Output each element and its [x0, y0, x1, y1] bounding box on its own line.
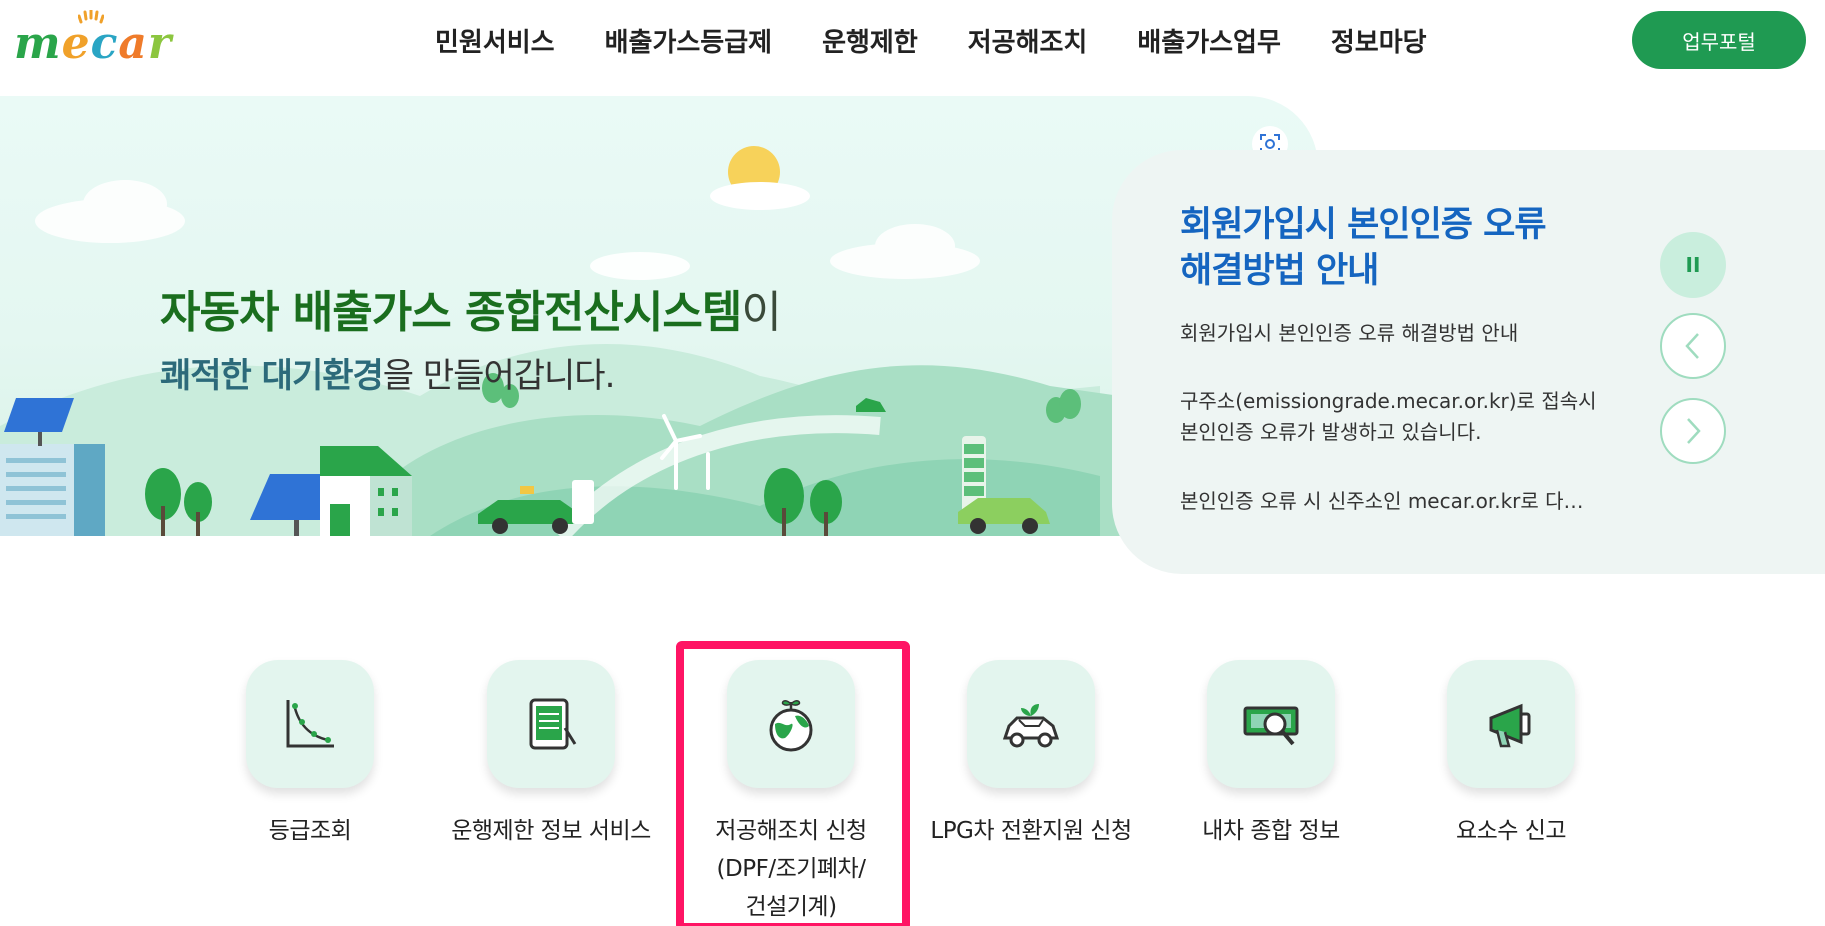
- eco-car-icon: [1002, 704, 1060, 748]
- hero-subtitle: 쾌적한 대기환경을 만들어갑니다.: [160, 356, 615, 396]
- nav-civil-service[interactable]: 민원서비스: [410, 22, 580, 59]
- quick-lpg-conversion-button[interactable]: [967, 660, 1095, 788]
- notice-paragraph-1: 회원가입시 본인인증 오류 해결방법 안내: [1180, 321, 1519, 345]
- quick-driving-restriction-label[interactable]: 운행제한 정보 서비스: [436, 812, 666, 850]
- graph-icon: [286, 700, 334, 748]
- tablet-icon: [529, 698, 577, 750]
- megaphone-icon: [1489, 703, 1531, 748]
- slide-prev-button[interactable]: [1660, 313, 1726, 379]
- quick-urea-report-label[interactable]: 요소수 신고: [1396, 812, 1626, 850]
- notice-paragraph-3: 본인인증 오류 시 신주소인 mecar.or.kr로 다…: [1180, 489, 1584, 513]
- money-search-icon: [1243, 706, 1299, 746]
- nav-emission-work[interactable]: 배출가스업무: [1112, 22, 1306, 59]
- quick-driving-restriction-button[interactable]: [487, 660, 615, 788]
- highlight-box: [676, 641, 910, 926]
- chevron-right-icon: [1687, 418, 1701, 444]
- quick-lpg-conversion-label[interactable]: LPG차 전환지원 신청: [916, 812, 1146, 850]
- hero-title: 자동차 배출가스 종합전산시스템이: [160, 287, 782, 338]
- slide-pause-button[interactable]: II: [1660, 232, 1726, 298]
- slide-next-button[interactable]: [1660, 398, 1726, 464]
- nav-driving-restriction[interactable]: 운행제한: [797, 22, 943, 59]
- chevron-left-icon: [1685, 333, 1699, 359]
- quick-my-car-info-label[interactable]: 내차 종합 정보: [1156, 812, 1386, 850]
- nav-low-emission[interactable]: 저공해조치: [943, 22, 1113, 59]
- mecar-logo[interactable]: mecar: [14, 8, 204, 72]
- nav-emission-grade[interactable]: 배출가스등급제: [580, 22, 797, 59]
- site-header: mecar 민원서비스 배출가스등급제 운행제한 저공해조치 배출가스업무 정보…: [0, 0, 1825, 82]
- logo-text: mecar: [14, 18, 173, 69]
- quick-grade-lookup-label[interactable]: 등급조회: [195, 812, 425, 850]
- work-portal-button[interactable]: 업무포털: [1632, 11, 1806, 69]
- quick-urea-report-button[interactable]: [1447, 660, 1575, 788]
- main-nav: 민원서비스 배출가스등급제 운행제한 저공해조치 배출가스업무 정보마당: [410, 22, 1452, 59]
- notice-title[interactable]: 회원가입시 본인인증 오류 해결방법 안내: [1180, 202, 1600, 294]
- notice-paragraph-2: 구주소(emissiongrade.mecar.or.kr)로 접속시 본인인증…: [1180, 389, 1597, 444]
- pause-icon: II: [1685, 253, 1701, 277]
- quick-my-car-info-button[interactable]: [1207, 660, 1335, 788]
- quick-grade-lookup-button[interactable]: [246, 660, 374, 788]
- nav-info[interactable]: 정보마당: [1306, 22, 1452, 59]
